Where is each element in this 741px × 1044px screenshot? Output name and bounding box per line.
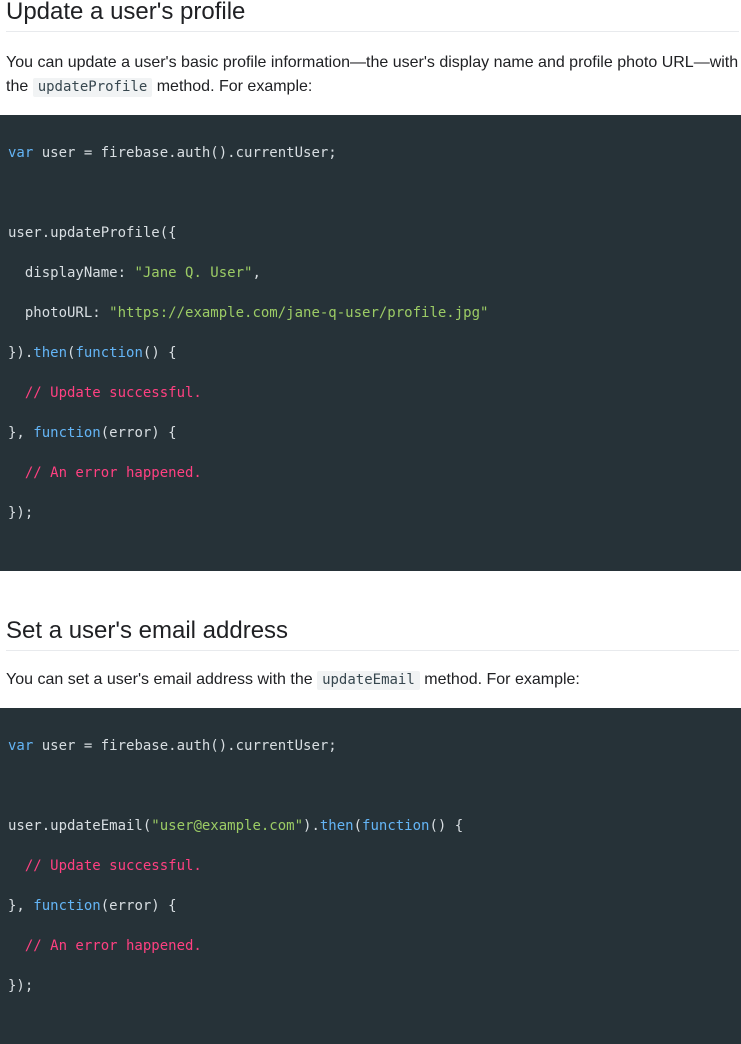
code-line: // Update successful. bbox=[8, 383, 739, 403]
code-line: // Update successful. bbox=[8, 856, 739, 876]
code-keyword: then bbox=[319, 818, 354, 834]
section-heading-update-profile: Update a user's profile bbox=[6, 0, 739, 32]
description-text: method. For example: bbox=[152, 78, 313, 95]
code-line: user.updateEmail("user@example.com").the… bbox=[8, 816, 739, 836]
code-line: }, function(error) { bbox=[8, 423, 739, 443]
code-keyword: function bbox=[362, 818, 430, 834]
inline-code-updateProfile: updateProfile bbox=[32, 78, 153, 97]
code-keyword: then bbox=[33, 345, 68, 361]
code-text: user = firebase.auth().currentUser; bbox=[33, 738, 337, 754]
code-line: // An error happened. bbox=[8, 463, 739, 483]
code-line: var user = firebase.auth().currentUser; bbox=[8, 143, 739, 163]
code-line: }); bbox=[8, 503, 739, 523]
code-block-update-email[interactable]: var user = firebase.auth().currentUser; … bbox=[0, 708, 741, 1044]
code-line: displayName: "Jane Q. User", bbox=[8, 263, 739, 283]
code-text: }); bbox=[8, 505, 34, 521]
code-text: user.updateEmail( bbox=[8, 818, 152, 834]
code-keyword: var bbox=[8, 738, 34, 754]
code-text: user = firebase.auth().currentUser; bbox=[33, 145, 337, 161]
inline-code-updateEmail: updateEmail bbox=[317, 671, 420, 690]
code-line: }).then(function() { bbox=[8, 343, 739, 363]
code-comment: // An error happened. bbox=[8, 938, 202, 954]
code-text: (error) { bbox=[100, 898, 177, 914]
code-text: user.updateProfile({ bbox=[8, 225, 177, 241]
code-line: }, function(error) { bbox=[8, 896, 739, 916]
code-keyword: function bbox=[33, 425, 101, 441]
code-comment: // Update successful. bbox=[8, 858, 202, 874]
code-string: "https://example.com/jane-q-user/profile… bbox=[109, 305, 489, 321]
code-string: "user@example.com" bbox=[151, 818, 304, 834]
code-text: }); bbox=[8, 978, 34, 994]
code-text: ). bbox=[303, 818, 320, 834]
code-text: }, bbox=[8, 898, 34, 914]
code-block-update-profile[interactable]: var user = firebase.auth().currentUser; … bbox=[0, 115, 741, 571]
code-line: }); bbox=[8, 976, 739, 996]
section-heading-set-email: Set a user's email address bbox=[6, 616, 739, 651]
doc-page: Update a user's profile You can update a… bbox=[0, 0, 741, 1044]
code-text: () { bbox=[142, 345, 177, 361]
code-comment: // An error happened. bbox=[8, 465, 202, 481]
description-text: method. For example: bbox=[419, 671, 580, 688]
code-line: // An error happened. bbox=[8, 936, 739, 956]
set-email-description: You can set a user's email address with … bbox=[6, 668, 739, 692]
code-text: ( bbox=[353, 818, 363, 834]
code-text: displayName: bbox=[8, 265, 135, 281]
code-text: }). bbox=[8, 345, 34, 361]
code-line: user.updateProfile({ bbox=[8, 223, 739, 243]
code-keyword: function bbox=[33, 898, 101, 914]
code-text: () { bbox=[429, 818, 464, 834]
update-profile-description: You can update a user's basic profile in… bbox=[6, 51, 739, 99]
code-text: }, bbox=[8, 425, 34, 441]
description-text: You can set a user's email address with … bbox=[6, 671, 318, 688]
code-keyword: function bbox=[75, 345, 143, 361]
code-line: photoURL: "https://example.com/jane-q-us… bbox=[8, 303, 739, 323]
code-text: , bbox=[252, 265, 261, 281]
code-keyword: var bbox=[8, 145, 34, 161]
code-line: var user = firebase.auth().currentUser; bbox=[8, 736, 739, 756]
code-text: photoURL: bbox=[8, 305, 110, 321]
code-string: "Jane Q. User" bbox=[134, 265, 253, 281]
code-text: (error) { bbox=[100, 425, 177, 441]
code-comment: // Update successful. bbox=[8, 385, 202, 401]
